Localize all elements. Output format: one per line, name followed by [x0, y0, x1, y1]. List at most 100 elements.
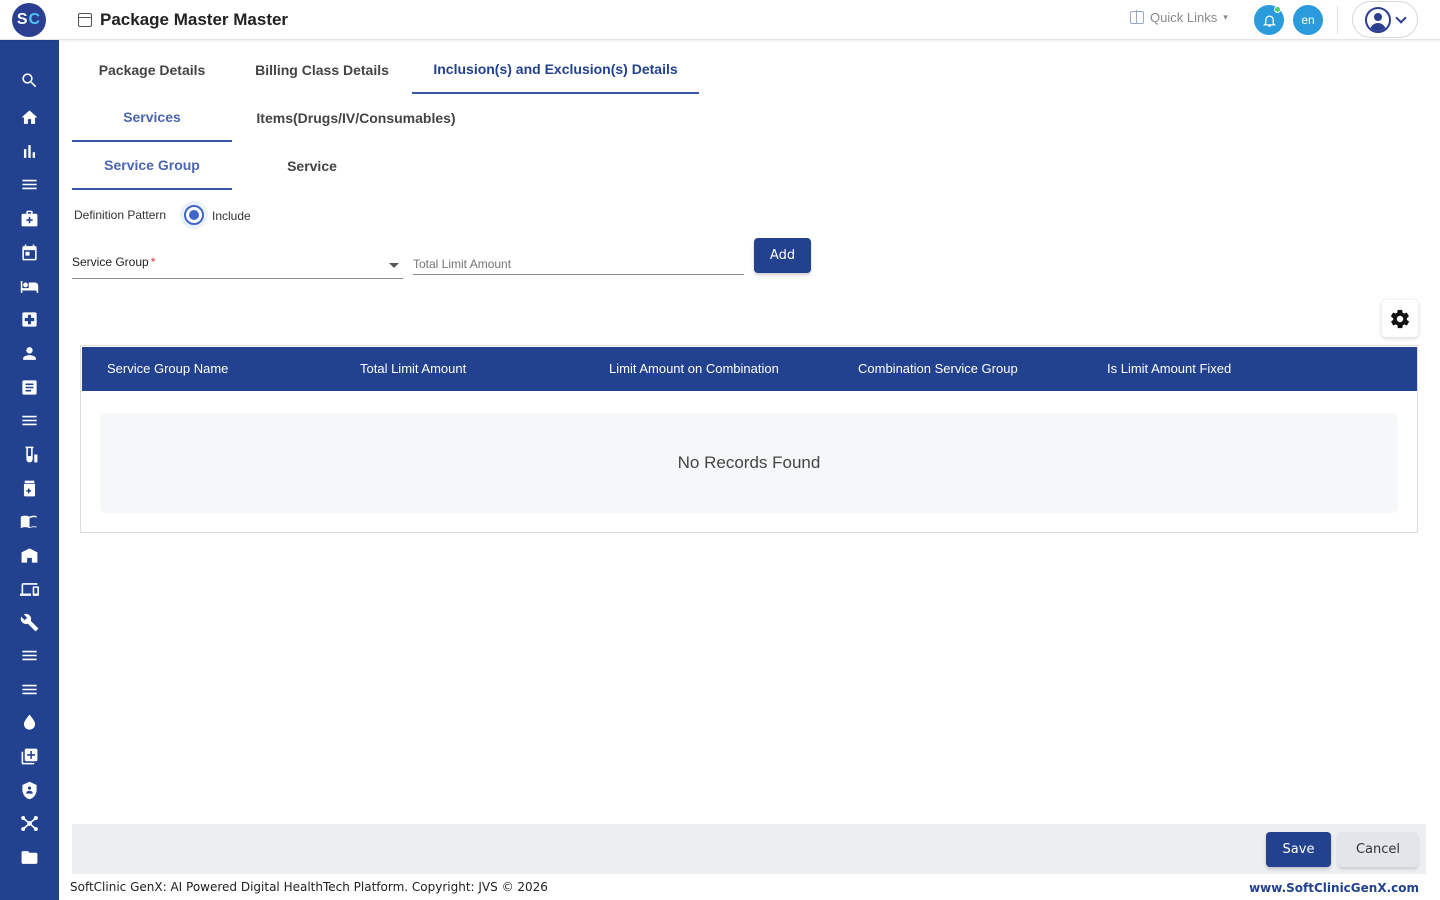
- active-tab-underline: [412, 92, 699, 94]
- chevron-down-icon: [389, 263, 399, 268]
- tab-items-drugs-iv-consumables[interactable]: Items(Drugs/IV/Consumables): [240, 100, 472, 142]
- sidebar-item-menu-2[interactable]: [17, 409, 41, 431]
- tab-label: Services: [123, 109, 181, 125]
- sidebar-item-devices[interactable]: [17, 578, 41, 600]
- cancel-button[interactable]: Cancel: [1338, 832, 1418, 867]
- sidebar-item-library[interactable]: [17, 510, 41, 532]
- notification-dot: [1274, 6, 1281, 13]
- chevron-down-icon: ▾: [1223, 12, 1228, 22]
- tab-inclusion-exclusion-details[interactable]: Inclusion(s) and Exclusion(s) Details: [412, 52, 699, 94]
- sidebar-item-lab[interactable]: [17, 443, 41, 465]
- tab-services[interactable]: Services: [72, 100, 232, 142]
- sidebar-item-security[interactable]: [17, 779, 41, 801]
- folder-icon: [21, 850, 37, 864]
- sidebar-item-store[interactable]: [17, 544, 41, 566]
- sidebar-item-add[interactable]: [17, 745, 41, 767]
- tab-billing-class-details[interactable]: Billing Class Details: [236, 52, 408, 92]
- pharmacy-icon: [23, 480, 35, 496]
- notifications-button[interactable]: [1254, 5, 1284, 35]
- sidebar-item-blood-bank[interactable]: [17, 711, 41, 733]
- empty-state: No Records Found: [100, 413, 1398, 513]
- bed-icon: [20, 280, 38, 293]
- add-box-icon: [21, 748, 37, 764]
- avatar-icon: [1365, 6, 1391, 33]
- bell-icon: [1262, 15, 1276, 27]
- gear-icon: [1390, 309, 1410, 328]
- sidebar-item-calendar[interactable]: [17, 241, 41, 263]
- bar-chart-icon: [23, 144, 35, 158]
- sidebar-item-pharmacy[interactable]: [17, 477, 41, 499]
- column-header[interactable]: Limit Amount on Combination: [609, 347, 779, 391]
- search-icon: [21, 72, 36, 87]
- column-header[interactable]: Combination Service Group: [858, 347, 1018, 391]
- include-radio[interactable]: [184, 205, 204, 225]
- language-button[interactable]: en: [1293, 5, 1323, 35]
- sidebar-item-reports[interactable]: [17, 140, 41, 162]
- medical-cross-icon: [21, 311, 37, 327]
- sidebar-item-medical-bag[interactable]: [17, 207, 41, 229]
- sidebar-item-tools[interactable]: [17, 611, 41, 633]
- user-menu-button[interactable]: [1352, 1, 1418, 38]
- table-settings-button[interactable]: [1382, 300, 1418, 337]
- footer: SoftClinic GenX: AI Powered Digital Heal…: [59, 874, 1440, 900]
- required-mark: *: [150, 255, 156, 269]
- sidebar-item-menu[interactable]: [17, 173, 41, 195]
- header-divider: [1337, 6, 1338, 34]
- sidebar-item-patient[interactable]: [17, 342, 41, 364]
- sidebar-item-billing[interactable]: [17, 376, 41, 398]
- sidebar: [0, 40, 59, 900]
- sidebar-item-menu-4[interactable]: [17, 678, 41, 700]
- column-header[interactable]: Service Group Name: [107, 347, 228, 391]
- website-link[interactable]: www.SoftClinicGenX.com: [1249, 881, 1419, 895]
- sidebar-item-beds[interactable]: [17, 275, 41, 297]
- tab-label: Service: [287, 158, 337, 174]
- logo-letter-s: S: [16, 11, 29, 28]
- total-limit-amount-field[interactable]: [413, 254, 744, 275]
- app-logo[interactable]: SC: [12, 3, 46, 37]
- tab-label: Service Group: [104, 157, 200, 173]
- service-group-label: Service Group *: [72, 255, 155, 269]
- calendar-icon: [78, 13, 92, 27]
- sidebar-item-home[interactable]: [17, 106, 41, 128]
- sidebar-item-medical[interactable]: [17, 308, 41, 330]
- copyright-text: SoftClinic GenX: AI Powered Digital Heal…: [70, 880, 548, 894]
- sidebar-item-search[interactable]: [17, 69, 41, 91]
- devices-icon: [19, 582, 39, 596]
- menu-icon: [21, 415, 37, 425]
- top-header: SC Package Master Master Quick Links ▾ e…: [0, 0, 1440, 40]
- tab-label: Inclusion(s) and Exclusion(s) Details: [433, 61, 678, 77]
- save-button[interactable]: Save: [1266, 832, 1331, 867]
- total-limit-amount-input[interactable]: [413, 254, 744, 274]
- blood-drop-icon: [23, 714, 35, 730]
- service-group-label-text: Service Group: [72, 255, 149, 269]
- medical-bag-icon: [21, 210, 37, 226]
- active-tab-underline: [72, 188, 232, 190]
- quick-links-menu[interactable]: Quick Links ▾: [1130, 10, 1228, 25]
- include-radio-label[interactable]: Include: [212, 209, 251, 223]
- service-group-select[interactable]: Service Group *: [72, 255, 403, 279]
- page-title-group: Package Master Master: [78, 10, 288, 30]
- sidebar-item-menu-3[interactable]: [17, 644, 41, 666]
- tab-label: Package Details: [98, 62, 206, 78]
- book-icon: [20, 515, 37, 528]
- column-header[interactable]: Is Limit Amount Fixed: [1107, 347, 1231, 391]
- column-header[interactable]: Total Limit Amount: [360, 347, 466, 391]
- tab-service-group[interactable]: Service Group: [72, 148, 232, 190]
- menu-icon: [21, 684, 37, 694]
- store-icon: [21, 547, 37, 563]
- wrench-icon: [20, 613, 38, 631]
- menu-icon: [21, 650, 37, 660]
- sidebar-item-network[interactable]: [17, 812, 41, 834]
- home-icon: [21, 109, 37, 124]
- definition-pattern-label: Definition Pattern: [74, 208, 167, 222]
- add-button[interactable]: Add: [754, 238, 811, 273]
- tab-service[interactable]: Service: [232, 148, 392, 190]
- service-group-table: Service Group Name Total Limit Amount Li…: [80, 345, 1418, 533]
- sidebar-item-files[interactable]: [17, 846, 41, 868]
- menu-icon: [21, 179, 37, 189]
- tab-label: Items(Drugs/IV/Consumables): [256, 110, 456, 126]
- gift-icon: [1130, 10, 1144, 24]
- tab-package-details[interactable]: Package Details: [76, 52, 228, 92]
- page-title: Package Master Master: [100, 10, 289, 29]
- radio-selected-dot: [189, 210, 199, 220]
